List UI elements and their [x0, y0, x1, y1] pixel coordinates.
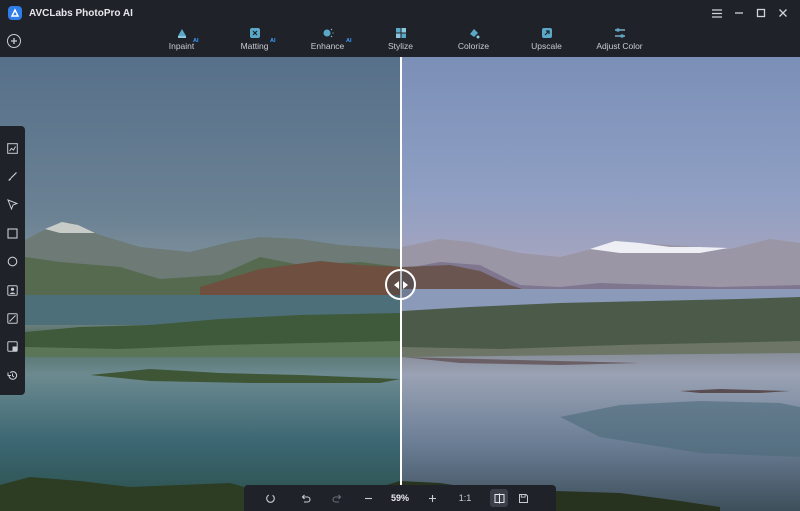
tab-adjust-color-label: Adjust Color — [596, 41, 643, 51]
tab-colorize[interactable]: Colorize — [437, 26, 510, 56]
stylize-icon — [395, 27, 407, 39]
maximize-icon[interactable] — [750, 2, 772, 24]
close-icon[interactable] — [772, 2, 794, 24]
arrow-right-icon — [402, 280, 408, 289]
arrow-left-icon — [393, 280, 399, 289]
adjust-color-icon — [614, 27, 626, 39]
split-view-icon — [494, 493, 504, 503]
redo-button[interactable] — [314, 485, 360, 511]
split-view-button[interactable] — [490, 489, 508, 507]
app-logo-icon — [8, 6, 22, 20]
undo-icon — [301, 494, 311, 503]
zoom-in-button[interactable] — [424, 485, 440, 511]
tab-upscale[interactable]: Upscale — [510, 26, 583, 56]
reset-icon — [265, 493, 275, 503]
tab-stylize[interactable]: Stylize — [364, 26, 437, 56]
menu-icon[interactable] — [706, 2, 728, 24]
ai-badge: AI — [193, 38, 199, 44]
tab-enhance[interactable]: Enhance AI — [291, 26, 364, 56]
add-image-button[interactable] — [7, 34, 21, 48]
ai-badge: AI — [270, 38, 276, 44]
inpaint-icon — [176, 27, 188, 39]
lasso-icon[interactable] — [0, 248, 25, 276]
stats-icon[interactable] — [0, 134, 25, 162]
undo-button[interactable] — [296, 485, 314, 511]
tab-adjust-color[interactable]: Adjust Color — [583, 26, 656, 56]
tab-stylize-label: Stylize — [387, 41, 414, 51]
save-button[interactable] — [508, 485, 538, 511]
portrait-icon[interactable] — [0, 276, 25, 304]
minimize-icon[interactable] — [728, 2, 750, 24]
plus-icon — [428, 494, 436, 502]
reset-button[interactable] — [244, 485, 296, 511]
feature-toolbar: Inpaint AI Matting AI Enhance AI Stylize — [145, 26, 656, 56]
history-icon[interactable] — [0, 361, 25, 389]
save-icon — [518, 493, 528, 503]
compare-slider-handle[interactable] — [385, 269, 416, 300]
tab-matting[interactable]: Matting AI — [218, 26, 291, 56]
brush-icon[interactable] — [0, 162, 25, 190]
app-window: AVCLabs PhotoPro AI Inpaint AI Matting A… — [0, 0, 800, 511]
zoom-out-button[interactable] — [360, 485, 376, 511]
image-canvas[interactable] — [0, 57, 800, 511]
side-tool-panel — [0, 126, 25, 395]
colorize-icon — [468, 27, 480, 39]
matting-icon — [249, 27, 261, 39]
actual-size-button[interactable]: 1:1 — [440, 485, 490, 511]
compare-icon[interactable] — [0, 333, 25, 361]
upscale-icon — [541, 27, 553, 39]
zoom-level: 59% — [390, 493, 409, 503]
plus-icon — [11, 38, 17, 44]
tab-matting-label: Matting — [240, 41, 269, 51]
redo-icon — [331, 494, 341, 503]
tab-colorize-label: Colorize — [457, 41, 490, 51]
window-controls — [706, 0, 794, 26]
pointer-icon[interactable] — [0, 191, 25, 219]
enhance-icon — [322, 27, 334, 39]
ai-badge: AI — [346, 38, 352, 44]
title-bar: AVCLabs PhotoPro AI — [0, 0, 800, 26]
tab-upscale-label: Upscale — [531, 41, 562, 51]
app-title: AVCLabs PhotoPro AI — [29, 7, 133, 19]
rectangle-select-icon[interactable] — [0, 219, 25, 247]
image-adjust-icon[interactable] — [0, 304, 25, 332]
minus-icon — [364, 497, 372, 499]
bottom-toolbar: 59% 1:1 — [244, 485, 556, 511]
tab-inpaint-label: Inpaint — [168, 41, 195, 51]
tab-enhance-label: Enhance — [310, 41, 345, 51]
tab-inpaint[interactable]: Inpaint AI — [145, 26, 218, 56]
